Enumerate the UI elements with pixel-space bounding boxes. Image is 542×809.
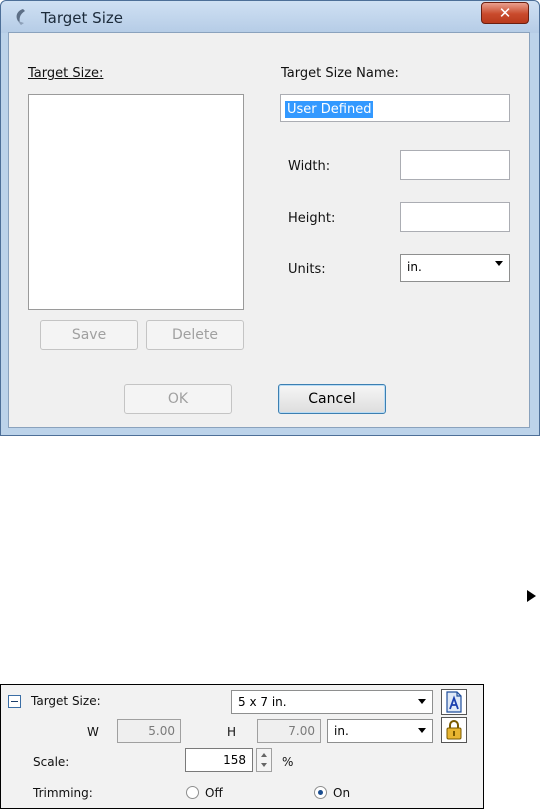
ok-button[interactable]: OK [124, 384, 232, 414]
height-label: Height: [288, 211, 336, 226]
width-label: Width: [288, 159, 331, 174]
trimming-on-radio[interactable] [314, 786, 327, 799]
panel-units-select[interactable]: in. [327, 719, 433, 743]
scanner-app-icon [16, 9, 25, 25]
panel-height-field[interactable]: 7.00 [257, 719, 321, 743]
chevron-down-icon [495, 261, 503, 266]
portrait-orientation-icon [446, 691, 462, 713]
units-label: Units: [288, 262, 326, 277]
scale-input[interactable]: 158 [185, 748, 253, 772]
chevron-down-icon [418, 699, 426, 704]
scale-stepper[interactable] [256, 748, 272, 772]
close-button[interactable]: ✕ [481, 2, 529, 24]
close-icon: ✕ [498, 4, 512, 22]
height-short-label: H [227, 725, 237, 739]
lock-icon [446, 720, 462, 740]
height-input[interactable] [400, 202, 510, 232]
trimming-off-label: Off [205, 786, 223, 800]
trimming-label: Trimming: [33, 786, 93, 800]
scale-label: Scale: [33, 755, 70, 769]
target-size-list-label: Target Size: [28, 66, 104, 81]
target-size-select[interactable]: 5 x 7 in. [231, 690, 433, 714]
units-select[interactable]: in. [400, 254, 510, 282]
dialog-title: Target Size [41, 9, 123, 27]
orientation-button[interactable] [441, 689, 467, 715]
scale-unit: % [282, 755, 294, 769]
target-size-name-input[interactable]: User Defined [280, 94, 510, 122]
delete-button[interactable]: Delete [146, 320, 244, 350]
cancel-button[interactable]: Cancel [278, 384, 386, 414]
trimming-off-radio[interactable] [186, 786, 199, 799]
width-input[interactable] [400, 150, 510, 180]
target-size-select-value: 5 x 7 in. [238, 695, 287, 709]
panel-units-value: in. [334, 724, 349, 738]
right-arrow-icon [527, 590, 536, 602]
title-bar: Target Size ✕ [1, 1, 539, 33]
trimming-on-label: On [333, 786, 351, 800]
collapse-icon[interactable] [8, 695, 21, 708]
panel-target-size-label: Target Size: [31, 694, 101, 708]
target-size-panel: Target Size: 5 x 7 in. W 5.00 H 7.00 in.… [0, 684, 484, 809]
target-size-name-label: Target Size Name: [281, 66, 399, 81]
units-select-value: in. [407, 260, 422, 274]
target-size-name-value: User Defined [285, 101, 374, 118]
target-size-list[interactable] [28, 94, 244, 310]
lock-button[interactable] [441, 717, 467, 743]
chevron-down-icon [418, 728, 426, 733]
save-button[interactable]: Save [40, 320, 138, 350]
panel-width-field[interactable]: 5.00 [117, 719, 181, 743]
width-short-label: W [87, 725, 99, 739]
